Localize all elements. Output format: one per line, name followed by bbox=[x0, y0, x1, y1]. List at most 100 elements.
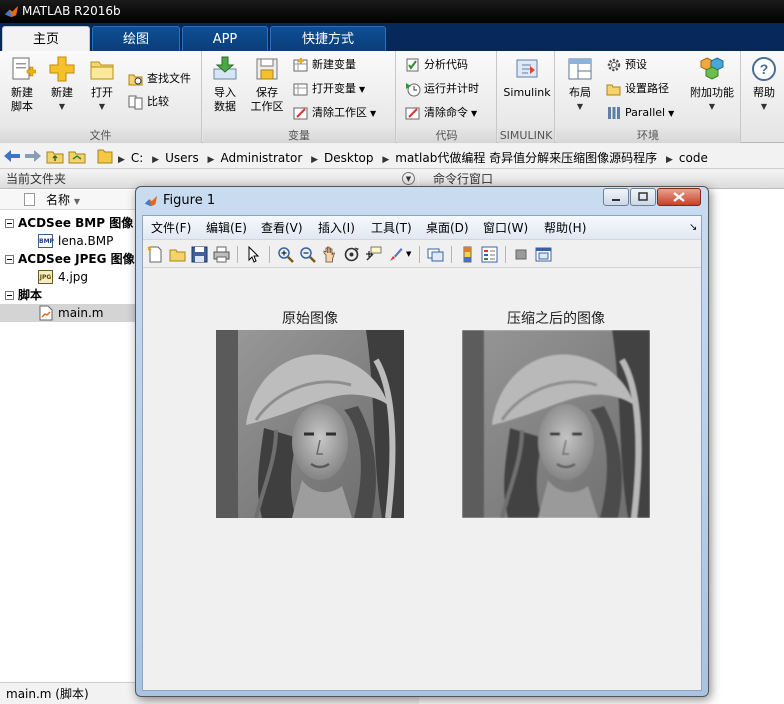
new-button[interactable]: 新建 ▼ bbox=[44, 55, 80, 114]
matlab-logo-icon bbox=[4, 5, 19, 18]
new-variable-button[interactable]: 新建变量 bbox=[293, 55, 356, 75]
new-script-button[interactable]: 新建 脚本 bbox=[4, 55, 40, 114]
jpg-file-icon: JPG bbox=[38, 270, 53, 284]
figure-toolbar: ▼ bbox=[143, 241, 701, 268]
parallel-button[interactable]: Parallel ▼ bbox=[606, 103, 674, 123]
breadcrumb-item[interactable]: Desktop bbox=[324, 151, 374, 165]
hide-plot-tools-icon[interactable] bbox=[513, 246, 530, 263]
figure-window[interactable]: Figure 1 文件(F) 编辑(E) 查看(V) 插入(I) 工具(T) 桌… bbox=[135, 186, 709, 697]
breadcrumb-item[interactable]: Users bbox=[165, 151, 199, 165]
breadcrumb-item[interactable]: matlab代做编程 奇异值分解来压缩图像源码程序 bbox=[395, 151, 657, 165]
breadcrumb-item[interactable]: Administrator bbox=[220, 151, 302, 165]
menu-tools[interactable]: 工具(T) bbox=[371, 216, 412, 240]
find-files-label: 查找文件 bbox=[147, 72, 191, 85]
layout-icon bbox=[566, 55, 594, 83]
zoom-in-icon[interactable] bbox=[277, 246, 294, 263]
open-file-icon[interactable] bbox=[169, 246, 186, 263]
open-variable-button[interactable]: 打开变量 ▼ bbox=[293, 79, 365, 99]
axes-title-compressed: 压缩之后的图像 bbox=[507, 311, 605, 327]
column-name[interactable]: 名称 ▼ bbox=[46, 190, 80, 212]
collapse-icon[interactable] bbox=[5, 219, 14, 228]
tab-home[interactable]: 主页 bbox=[2, 26, 90, 51]
addons-button[interactable]: 附加功能 ▼ bbox=[686, 55, 738, 114]
clear-commands-label: 清除命令 bbox=[424, 106, 468, 119]
toolbar-separator bbox=[419, 246, 420, 263]
open-variable-icon bbox=[293, 81, 309, 97]
forward-arrow-icon[interactable] bbox=[24, 148, 42, 164]
layout-button[interactable]: 布局 ▼ bbox=[562, 55, 598, 114]
menu-view[interactable]: 查看(V) bbox=[261, 216, 303, 240]
new-figure-icon[interactable] bbox=[147, 246, 164, 263]
dock-arrow-icon[interactable]: ↘ bbox=[689, 216, 697, 240]
section-label-code: 代码 bbox=[397, 128, 496, 143]
pointer-arrow-icon[interactable] bbox=[245, 246, 262, 263]
app-title: MATLAB R2016b bbox=[22, 4, 121, 18]
command-window-title: 命令行窗口 bbox=[433, 172, 494, 186]
help-button[interactable]: ? 帮助 ▼ bbox=[746, 55, 782, 114]
menu-file[interactable]: 文件(F) bbox=[151, 216, 191, 240]
menu-insert[interactable]: 插入(I) bbox=[318, 216, 355, 240]
maximize-button[interactable] bbox=[630, 188, 656, 206]
collapse-icon[interactable] bbox=[5, 255, 14, 264]
clear-commands-button[interactable]: 清除命令 ▼ bbox=[405, 103, 477, 123]
group-scripts[interactable]: 脚本 bbox=[0, 286, 140, 304]
tab-shortcuts[interactable]: 快捷方式 bbox=[270, 26, 386, 51]
collapse-icon[interactable] bbox=[5, 291, 14, 300]
ribbon-section-file: 新建 脚本 新建 ▼ 打开 ▼ 查找文件 比较 文件 bbox=[0, 51, 202, 143]
zoom-out-icon[interactable] bbox=[299, 246, 316, 263]
link-plot-icon[interactable] bbox=[427, 246, 444, 263]
menu-desktop[interactable]: 桌面(D) bbox=[426, 216, 469, 240]
group-jpeg-images[interactable]: ACDSee JPEG 图像 bbox=[0, 250, 140, 268]
run-and-time-button[interactable]: 运行并计时 bbox=[405, 79, 479, 99]
brush-icon[interactable] bbox=[387, 246, 404, 263]
up-folder-icon[interactable] bbox=[46, 148, 64, 164]
list-item[interactable]: BMP lena.BMP bbox=[0, 232, 140, 250]
browse-folder-icon[interactable] bbox=[68, 148, 86, 164]
lena-portrait-image bbox=[216, 330, 404, 518]
list-item[interactable]: JPG 4.jpg bbox=[0, 268, 140, 286]
find-files-button[interactable]: 查找文件 bbox=[128, 69, 191, 89]
set-path-button[interactable]: 设置路径 bbox=[606, 79, 669, 99]
import-data-button[interactable]: 导入 数据 bbox=[207, 55, 243, 114]
matlab-logo-icon bbox=[144, 195, 158, 207]
tab-apps[interactable]: APP bbox=[182, 26, 268, 51]
group-bmp-images[interactable]: ACDSee BMP 图像 bbox=[0, 214, 140, 232]
preferences-label: 预设 bbox=[625, 58, 647, 71]
clear-workspace-button[interactable]: 清除工作区 ▼ bbox=[293, 103, 376, 123]
breadcrumb-item[interactable]: C: bbox=[131, 151, 143, 165]
show-plot-tools-icon[interactable] bbox=[535, 246, 552, 263]
menu-window[interactable]: 窗口(W) bbox=[483, 216, 528, 240]
breadcrumb-item[interactable]: code bbox=[679, 151, 708, 165]
menu-edit[interactable]: 编辑(E) bbox=[206, 216, 247, 240]
tab-plots[interactable]: 绘图 bbox=[92, 26, 180, 51]
ribbon: 新建 脚本 新建 ▼ 打开 ▼ 查找文件 比较 文件 导入 数据 保存 工作区 … bbox=[0, 51, 784, 143]
simulink-button[interactable]: Simulink bbox=[502, 55, 552, 100]
colorbar-icon[interactable] bbox=[459, 246, 476, 263]
chevron-down-icon: ▼ bbox=[98, 102, 106, 111]
open-label: 打开 bbox=[91, 86, 113, 99]
data-cursor-icon[interactable] bbox=[365, 246, 382, 263]
compare-button[interactable]: 比较 bbox=[128, 92, 169, 112]
minimize-button[interactable] bbox=[603, 188, 629, 206]
analyze-code-button[interactable]: 分析代码 bbox=[405, 55, 468, 75]
figure-client-area: 文件(F) 编辑(E) 查看(V) 插入(I) 工具(T) 桌面(D) 窗口(W… bbox=[142, 215, 702, 691]
chevron-right-icon: ▶ bbox=[152, 155, 160, 165]
save-icon[interactable] bbox=[191, 246, 208, 263]
save-workspace-button[interactable]: 保存 工作区 bbox=[247, 55, 287, 114]
set-path-icon bbox=[606, 81, 622, 97]
panel-actions-icon[interactable]: ▼ bbox=[402, 172, 415, 185]
chevron-down-icon[interactable]: ▼ bbox=[406, 250, 411, 258]
rotate-3d-icon[interactable] bbox=[343, 246, 360, 263]
preferences-button[interactable]: 预设 bbox=[606, 55, 647, 75]
print-icon[interactable] bbox=[213, 246, 230, 263]
legend-icon[interactable] bbox=[481, 246, 498, 263]
list-item-selected[interactable]: main.m bbox=[0, 304, 140, 322]
close-button[interactable] bbox=[657, 188, 701, 206]
open-button[interactable]: 打开 ▼ bbox=[84, 55, 120, 114]
close-icon bbox=[673, 192, 685, 202]
pan-hand-icon[interactable] bbox=[321, 246, 338, 263]
menu-help[interactable]: 帮助(H) bbox=[544, 216, 586, 240]
clear-commands-icon bbox=[405, 105, 421, 121]
back-arrow-icon[interactable] bbox=[3, 148, 21, 164]
script-file-icon bbox=[39, 305, 53, 321]
